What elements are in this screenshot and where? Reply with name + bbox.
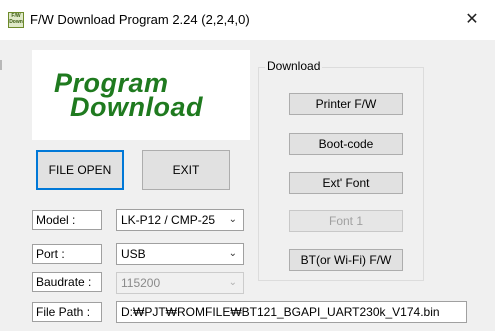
download-group-label: Download (265, 59, 323, 73)
baudrate-value: 115200 (121, 276, 161, 290)
program-download-logo: Program Download (32, 50, 250, 140)
app-icon: F/W Down (8, 12, 24, 28)
bt-wifi-fw-button[interactable]: BT(or Wi-Fi) F/W (289, 249, 403, 271)
exit-button[interactable]: EXIT (142, 150, 230, 190)
port-value: USB (121, 247, 146, 261)
chevron-down-icon[interactable]: ⌄ (229, 210, 237, 230)
baudrate-select[interactable]: 115200 ⌄ (116, 272, 244, 294)
font1-button[interactable]: Font 1 (289, 210, 403, 232)
file-path-label: File Path : (32, 302, 102, 322)
logo-line-2: Download (70, 92, 203, 122)
baudrate-label: Baudrate : (32, 272, 102, 292)
model-value: LK-P12 / CMP-25 (121, 213, 216, 227)
chevron-down-icon: ⌄ (228, 277, 237, 288)
port-select[interactable]: USB ⌄ (116, 243, 244, 265)
port-label: Port : (32, 244, 102, 264)
printer-fw-button[interactable]: Printer F/W (289, 93, 403, 115)
chevron-down-icon[interactable]: ⌄ (229, 244, 237, 264)
boot-code-button[interactable]: Boot-code (289, 133, 403, 155)
ext-font-button[interactable]: Ext' Font (289, 172, 403, 194)
file-path-field[interactable]: D:₩PJT₩ROMFILE₩BT121_BGAPI_UART230k_V174… (116, 301, 467, 323)
close-icon[interactable]: ✕ (449, 0, 495, 40)
model-select[interactable]: LK-P12 / CMP-25 ⌄ (116, 209, 244, 231)
window-edge-divider (0, 60, 2, 70)
file-open-button[interactable]: FILE OPEN (36, 150, 124, 190)
window-title: F/W Download Program 2.24 (2,2,4,0) (30, 12, 250, 27)
model-label: Model : (32, 210, 102, 230)
title-bar: F/W Down F/W Download Program 2.24 (2,2,… (0, 0, 495, 40)
